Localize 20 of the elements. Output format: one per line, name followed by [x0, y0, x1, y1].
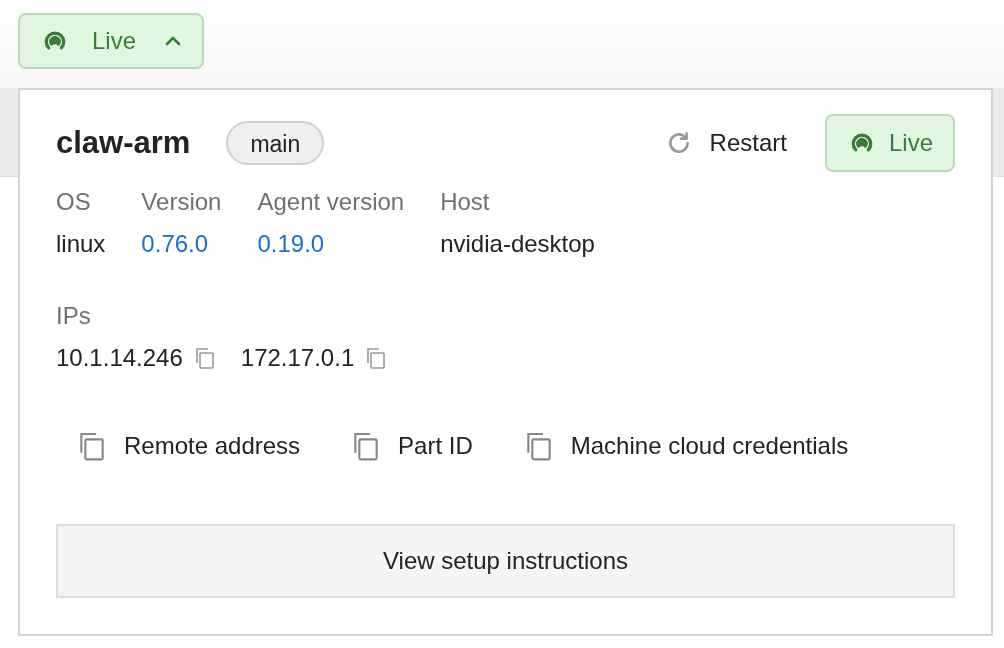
copy-button[interactable]: Machine cloud credentials — [522, 430, 849, 462]
live-button[interactable]: Live — [824, 114, 955, 172]
setup-instructions-button[interactable]: View setup instructions — [56, 524, 955, 598]
detail-link[interactable]: 0.19.0 — [257, 230, 405, 258]
detail-label: Host — [440, 188, 491, 216]
detail-label: OS — [56, 188, 92, 216]
detail-label: Agent version — [257, 188, 405, 216]
branch-badge: main — [226, 121, 325, 165]
detail-label: Version — [141, 188, 222, 216]
live-status-button[interactable]: Live — [18, 13, 205, 69]
detail-link[interactable]: 0.76.0 — [141, 230, 222, 258]
ips-label: IPs — [56, 302, 91, 329]
detail-value: nvidia-desktop — [440, 230, 595, 258]
ip-address: 172.17.0.1 — [240, 344, 355, 372]
restart-button[interactable]: Restart — [665, 129, 787, 157]
copy-button[interactable]: Remote address — [76, 430, 301, 462]
ip-address: 10.1.14.246 — [56, 344, 183, 372]
copy-button[interactable]: Part ID — [350, 430, 473, 462]
machine-name: claw-arm — [56, 125, 191, 161]
detail-value: linux — [56, 230, 106, 258]
